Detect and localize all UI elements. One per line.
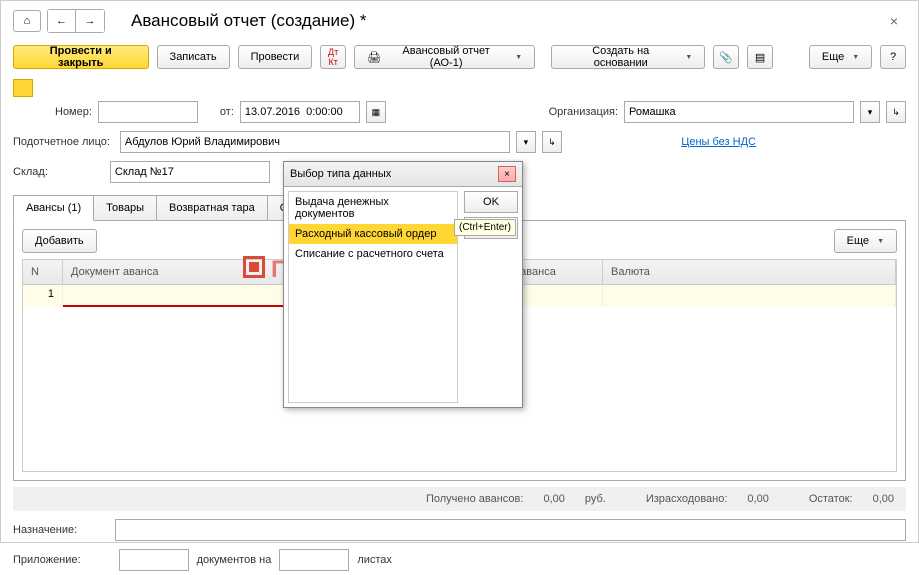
help-button[interactable]: ?	[880, 45, 906, 69]
person-open-button[interactable]: ↳	[542, 131, 562, 153]
org-label: Организация:	[549, 106, 618, 118]
attachments-button[interactable]: 📎	[713, 45, 739, 69]
purpose-label: Назначение:	[13, 524, 77, 536]
purpose-input[interactable]	[115, 519, 906, 541]
type-selection-dialog: Выбор типа данных × Выдача денежных доку…	[283, 161, 523, 408]
debit-credit-button[interactable]: ДтКт	[320, 45, 346, 69]
list-item[interactable]: Списание с расчетного счета	[289, 244, 457, 264]
back-button[interactable]: ←	[48, 10, 76, 32]
org-open-button[interactable]: ↳	[886, 101, 906, 123]
report-button[interactable]: ▤	[747, 45, 773, 69]
post-and-close-button[interactable]: Провести и закрыть	[13, 45, 149, 69]
status-strip	[13, 79, 33, 97]
more-button[interactable]: Еще	[809, 45, 872, 69]
person-select-button[interactable]: ▾	[516, 131, 536, 153]
tab-more-button[interactable]: Еще	[834, 229, 897, 253]
org-input[interactable]	[624, 101, 854, 123]
dialog-title: Выбор типа данных	[290, 168, 391, 180]
tab-returnable[interactable]: Возвратная тара	[156, 195, 268, 220]
print-button[interactable]: 🖨 Авансовый отчет (АО-1)	[354, 45, 535, 69]
doc-icon: ▤	[755, 51, 765, 64]
date-input[interactable]	[240, 101, 360, 123]
cell-currency	[603, 285, 896, 307]
number-input[interactable]	[98, 101, 198, 123]
tab-advances[interactable]: Авансы (1)	[13, 195, 94, 221]
number-label: Номер:	[55, 106, 92, 118]
prices-link[interactable]: Цены без НДС	[681, 136, 756, 148]
cell-n: 1	[23, 285, 63, 307]
pages-count-input[interactable]	[279, 549, 349, 571]
add-row-button[interactable]: Добавить	[22, 229, 97, 253]
appendix-label: Приложение:	[13, 554, 81, 566]
printer-icon: 🖨	[367, 51, 381, 64]
home-icon: ⌂	[24, 15, 31, 27]
clip-icon: 📎	[719, 51, 733, 64]
arrow-right-icon: →	[85, 15, 96, 27]
summary-bar: Получено авансов: 0,00 руб. Израсходован…	[13, 487, 906, 511]
page-title: Авансовый отчет (создание) *	[131, 11, 367, 31]
forward-button[interactable]: →	[76, 10, 104, 32]
col-n[interactable]: N	[23, 260, 63, 284]
date-picker-button[interactable]: ▦	[366, 101, 386, 123]
dialog-close-button[interactable]: ×	[498, 166, 516, 182]
home-button[interactable]: ⌂	[13, 10, 41, 32]
tab-goods[interactable]: Товары	[93, 195, 157, 220]
dialog-ok-button[interactable]: OK	[464, 191, 518, 213]
person-input[interactable]	[120, 131, 510, 153]
docs-count-input[interactable]	[119, 549, 189, 571]
col-currency[interactable]: Валюта	[603, 260, 896, 284]
list-item[interactable]: Выдача денежных документов	[289, 192, 457, 224]
warehouse-input[interactable]	[110, 161, 270, 183]
dk-icon: ДтКт	[328, 47, 338, 67]
shortcut-tooltip: (Ctrl+Enter)	[454, 219, 516, 236]
close-button[interactable]: ×	[882, 9, 906, 33]
date-label: от:	[220, 106, 234, 118]
list-item[interactable]: Расходный кассовый ордер	[289, 224, 457, 244]
post-button[interactable]: Провести	[238, 45, 313, 69]
save-button[interactable]: Записать	[157, 45, 230, 69]
warehouse-label: Склад:	[13, 166, 48, 178]
create-based-button[interactable]: Создать на основании	[551, 45, 705, 69]
person-label: Подотчетное лицо:	[13, 136, 110, 148]
arrow-left-icon: ←	[56, 15, 67, 27]
org-select-button[interactable]: ▾	[860, 101, 880, 123]
type-list[interactable]: Выдача денежных документов Расходный кас…	[288, 191, 458, 403]
